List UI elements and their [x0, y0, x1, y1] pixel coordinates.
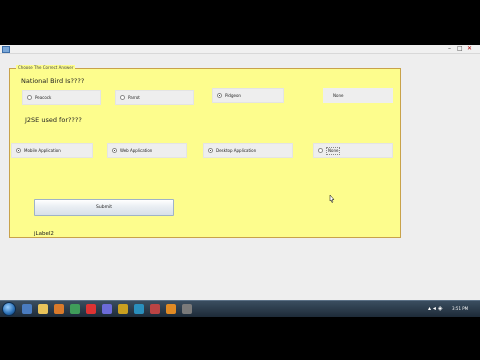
option-label: Desktop Application — [216, 147, 257, 153]
q1-option-pidgeon[interactable]: Pidgeon — [212, 88, 284, 103]
taskbar-folder-icon[interactable] — [38, 304, 48, 314]
maximize-icon[interactable]: □ — [457, 46, 463, 52]
taskbar-ie-icon[interactable] — [22, 304, 32, 314]
q1-option-parrot[interactable]: Parrot — [115, 90, 194, 105]
option-label: Pidgeon — [225, 92, 241, 98]
taskbar-app-icon[interactable] — [70, 304, 80, 314]
window-icon — [2, 46, 10, 53]
q2-option-web[interactable]: Web Application — [107, 143, 187, 158]
panel-title: Choose The Correct Answer — [16, 65, 76, 71]
option-label: Parrot — [128, 94, 140, 100]
quiz-panel: Choose The Correct Answer National Bird … — [9, 65, 401, 238]
question-1-text: National Bird Is???? — [21, 77, 85, 85]
radio-button-selected[interactable] — [217, 93, 222, 98]
taskbar-app-icon[interactable] — [86, 304, 96, 314]
taskbar-java-icon[interactable] — [166, 304, 176, 314]
start-button-icon[interactable] — [2, 302, 16, 316]
question-2-text: J2SE used for???? — [25, 116, 82, 124]
q2-option-mobile[interactable]: Mobile Application — [11, 143, 93, 158]
option-label: None — [333, 92, 344, 98]
q1-option-none[interactable]: None — [323, 88, 393, 103]
q2-option-desktop[interactable]: Desktop Application — [203, 143, 293, 158]
taskbar-app-icon[interactable] — [150, 304, 160, 314]
title-bar: – □ ✕ — [0, 45, 480, 54]
app-window: – □ ✕ Choose The Correct Answer National… — [0, 45, 480, 300]
radio-button[interactable] — [27, 95, 32, 100]
taskbar: ▴ ◂ ◈ 3:51 PM — [0, 300, 480, 317]
screen: – □ ✕ Choose The Correct Answer National… — [0, 0, 480, 360]
q1-option-peacock[interactable]: Peacock — [22, 90, 101, 105]
q2-option-none[interactable]: None — [313, 143, 393, 158]
radio-button[interactable] — [318, 148, 323, 153]
clock[interactable]: 3:51 PM — [452, 303, 468, 315]
option-label: None — [326, 146, 341, 155]
taskbar-app-icon[interactable] — [134, 304, 144, 314]
minimize-icon[interactable]: – — [448, 46, 451, 52]
tray-icons[interactable]: ▴ ◂ ◈ — [428, 303, 442, 315]
option-label: Web Application — [120, 147, 153, 153]
radio-button-selected[interactable] — [208, 148, 213, 153]
result-label: jLabel2 — [34, 231, 54, 237]
taskbar-media-icon[interactable] — [54, 304, 64, 314]
mouse-cursor-icon — [329, 195, 335, 203]
close-icon[interactable]: ✕ — [467, 46, 472, 52]
option-label: Mobile Application — [24, 147, 61, 153]
radio-button[interactable] — [120, 95, 125, 100]
radio-button-selected[interactable] — [16, 148, 21, 153]
taskbar-app-icon[interactable] — [118, 304, 128, 314]
radio-button-selected[interactable] — [112, 148, 117, 153]
taskbar-app-icon[interactable] — [182, 304, 192, 314]
taskbar-app-icon[interactable] — [102, 304, 112, 314]
option-label: Peacock — [35, 94, 52, 100]
submit-button[interactable]: Submit — [34, 199, 174, 216]
